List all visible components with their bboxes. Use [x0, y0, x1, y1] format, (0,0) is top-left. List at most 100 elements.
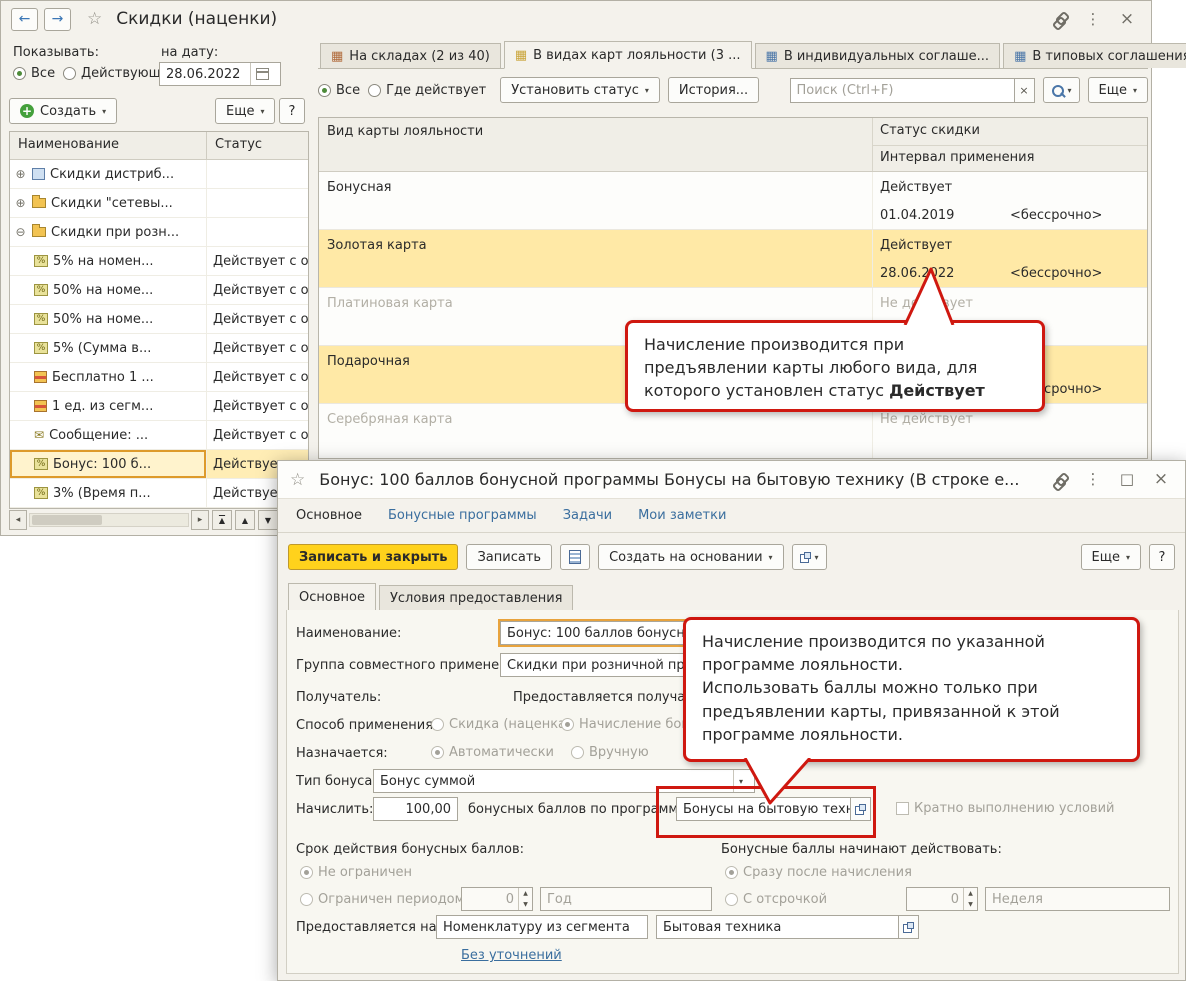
list-item-status[interactable]: Действует с ог...	[206, 334, 308, 362]
favorite-star-icon[interactable]: ☆	[87, 9, 102, 29]
clear-search-icon[interactable]: ×	[1015, 78, 1035, 103]
spin-down-icon[interactable]: ▼	[519, 899, 532, 910]
method-bonus-radio[interactable]: Начисление бон	[561, 717, 690, 732]
scrollbar-track[interactable]	[29, 513, 189, 527]
start-delayed-radio[interactable]: С отсрочкой	[725, 892, 827, 907]
copy-icon-button[interactable]: ▾	[792, 544, 827, 570]
validity-period-radio[interactable]: Ограничен периодом	[300, 892, 464, 907]
spin-up-icon[interactable]: ▲	[519, 888, 532, 899]
calendar-icon[interactable]	[250, 63, 274, 85]
scrollbar-thumb[interactable]	[32, 515, 102, 525]
nav-tasks[interactable]: Задачи	[563, 508, 612, 523]
document-icon-button[interactable]	[560, 544, 590, 570]
favorite-star-icon[interactable]: ☆	[290, 470, 305, 490]
card-row[interactable]: Золотая карта Действует 28.06.2022 <бесс…	[319, 230, 1147, 288]
create-based-button[interactable]: Создать на основании ▾	[598, 544, 783, 570]
forward-button[interactable]: →	[44, 8, 71, 31]
set-status-button[interactable]: Установить статус ▾	[500, 77, 660, 103]
list-item[interactable]: ⊕Скидки дистриб...	[10, 160, 308, 189]
period-unit-input[interactable]: Год	[540, 887, 712, 911]
list-item[interactable]: ⊖Скидки при розн...	[10, 218, 308, 247]
name-input[interactable]: Бонус: 100 баллов бонусной	[500, 621, 690, 645]
save-button[interactable]: Записать	[466, 544, 552, 570]
create-button[interactable]: + Создать ▾	[9, 98, 117, 124]
list-item-status[interactable]: Действует с ог...	[206, 305, 308, 333]
nav-bonus-programs[interactable]: Бонусные программы	[388, 508, 537, 523]
move-down-button[interactable]: ▼	[258, 510, 278, 530]
list-item[interactable]: Бесплатно 1 ... Действует с ог...	[10, 363, 308, 392]
help-button[interactable]: ?	[279, 98, 305, 124]
spin-down-icon[interactable]: ▼	[964, 899, 977, 910]
search-input[interactable]	[790, 78, 1015, 103]
validity-unlimited-radio[interactable]: Не ограничен	[300, 865, 412, 880]
column-status[interactable]: Статус	[206, 132, 308, 159]
column-card-kind[interactable]: Вид карты лояльности	[327, 124, 483, 139]
save-close-button[interactable]: Записать и закрыть	[288, 544, 458, 570]
assign-manual-radio[interactable]: Вручную	[571, 745, 649, 760]
link-icon[interactable]	[1053, 12, 1069, 26]
list-item-status[interactable]	[206, 218, 308, 246]
collapse-icon[interactable]: ⊖	[14, 225, 27, 239]
tab-standard-agreements[interactable]: ▦ В типовых соглашениях (1 ...	[1003, 43, 1186, 68]
list-item[interactable]: ⊕Скидки "сетевы...	[10, 189, 308, 218]
nav-notes[interactable]: Мои заметки	[638, 508, 726, 523]
back-button[interactable]: ←	[11, 8, 38, 31]
method-discount-radio[interactable]: Скидка (наценка)	[431, 717, 571, 732]
tab-loyalty-cards[interactable]: ▦ В видах карт лояльности (3 ...	[504, 41, 752, 69]
list-item[interactable]: %5% (Сумма в... Действует с ог...	[10, 334, 308, 363]
tab-warehouses[interactable]: ▦ На складах (2 из 40)	[320, 43, 501, 68]
list-item[interactable]: 1 ед. из сегм... Действует с ог...	[10, 392, 308, 421]
history-button[interactable]: История...	[668, 77, 759, 103]
provide-value-input[interactable]: Бытовая техника	[656, 915, 899, 939]
close-icon[interactable]: ×	[1117, 11, 1137, 28]
column-name[interactable]: Наименование	[10, 132, 206, 159]
multiple-checkbox[interactable]: Кратно выполнению условий	[896, 801, 1114, 816]
assign-auto-radio[interactable]: Автоматически	[431, 745, 554, 760]
nav-main[interactable]: Основное	[296, 508, 362, 523]
link-icon[interactable]	[1053, 473, 1069, 487]
list-item[interactable]: %5% на номен... Действует с ог...	[10, 247, 308, 276]
provide-type-input[interactable]: Номенклатуру из сегмента	[436, 915, 648, 939]
card-row[interactable]: Серебряная карта Не действует	[319, 404, 1147, 459]
column-interval[interactable]: Интервал применения	[880, 150, 1034, 165]
delay-spinner[interactable]: 0 ▲▼	[906, 887, 978, 911]
cards-all-radio[interactable]: Все	[318, 83, 360, 98]
kebab-menu-icon[interactable]: ⋮	[1083, 472, 1103, 487]
list-item-selected[interactable]: %Бонус: 100 б... Действует	[10, 450, 308, 479]
open-segment-button[interactable]	[899, 915, 919, 939]
list-item-status[interactable]: Действует с ог...	[206, 276, 308, 304]
list-item-status[interactable]	[206, 189, 308, 217]
expand-icon[interactable]: ⊕	[14, 167, 27, 181]
accrue-amount-input[interactable]: 100,00	[373, 797, 458, 821]
expand-icon[interactable]: ⊕	[14, 196, 27, 210]
column-discount-status[interactable]: Статус скидки	[880, 123, 980, 138]
move-up-button[interactable]: ▲	[235, 510, 255, 530]
tab-main[interactable]: Основное	[288, 583, 376, 611]
list-item-status[interactable]	[206, 160, 308, 188]
period-spinner[interactable]: 0 ▲▼	[461, 887, 533, 911]
dialog-more-button[interactable]: Еще ▾	[1081, 544, 1141, 570]
search-button[interactable]: ▾	[1043, 77, 1080, 103]
show-all-radio[interactable]: Все	[13, 66, 55, 81]
delay-unit-input[interactable]: Неделя	[985, 887, 1170, 911]
close-icon[interactable]: ×	[1151, 471, 1171, 488]
list-item-status[interactable]: Действует с ог...	[206, 363, 308, 391]
cards-where-radio[interactable]: Где действует	[368, 83, 486, 98]
more-button[interactable]: Еще ▾	[215, 98, 275, 124]
cards-more-button[interactable]: Еще ▾	[1088, 77, 1148, 103]
scroll-left-button[interactable]: ◂	[9, 510, 27, 530]
kebab-menu-icon[interactable]: ⋮	[1083, 12, 1103, 27]
card-row[interactable]: Бонусная Действует 01.04.2019 <бессрочно…	[319, 172, 1147, 230]
no-details-link[interactable]: Без уточнений	[461, 948, 562, 963]
scroll-right-button[interactable]: ▸	[191, 510, 209, 530]
list-item-status[interactable]: Действует с ог...	[206, 421, 308, 449]
tab-conditions[interactable]: Условия предоставления	[379, 585, 574, 610]
maximize-icon[interactable]: □	[1117, 472, 1137, 487]
list-item-status[interactable]: Действует с ог...	[206, 247, 308, 275]
list-item[interactable]: %3% (Время п... Действует	[10, 479, 308, 508]
date-input[interactable]: 28.06.2022	[159, 62, 281, 86]
list-item[interactable]: ✉Сообщение: ... Действует с ог...	[10, 421, 308, 450]
spin-up-icon[interactable]: ▲	[964, 888, 977, 899]
group-input[interactable]: Скидки при розничной прода	[500, 653, 690, 677]
tab-individual-agreements[interactable]: ▦ В индивидуальных соглаше...	[755, 43, 1001, 68]
